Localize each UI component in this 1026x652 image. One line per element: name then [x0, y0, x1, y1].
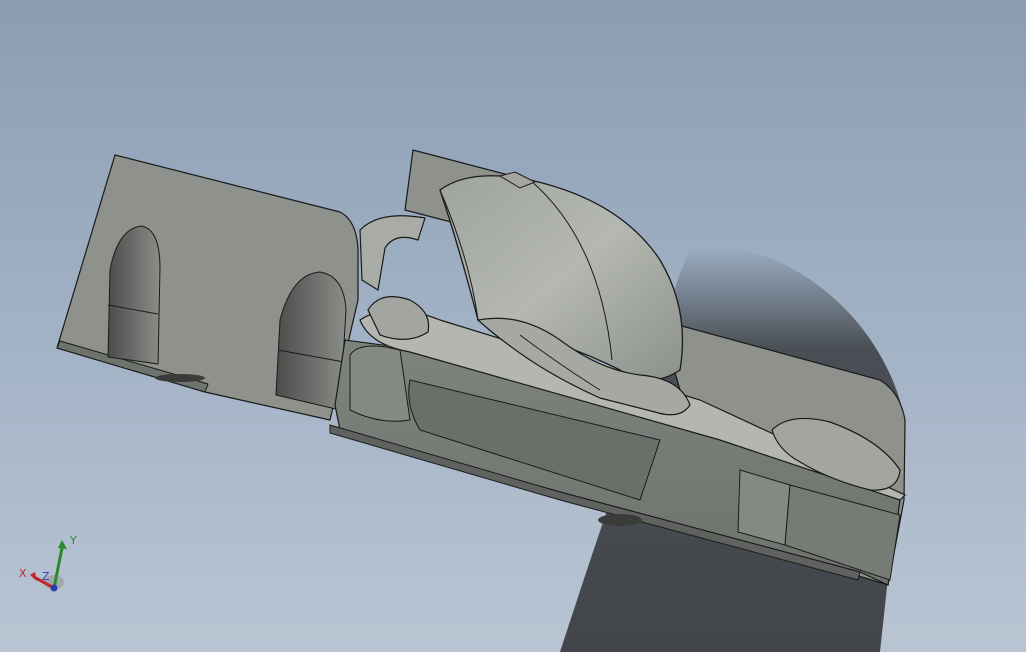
rear-wheel [349, 345, 411, 422]
y-axis-label: Y [69, 534, 77, 547]
race-car-model[interactable] [0, 0, 1026, 652]
axis-triad: X Y Z [19, 534, 77, 592]
intake-hoop [359, 215, 426, 291]
wheel-hub [598, 514, 642, 526]
x-axis-arrow [30, 572, 37, 581]
z-axis-label: Z [42, 570, 50, 583]
z-axis-dot [50, 584, 58, 592]
y-axis-arrow [58, 540, 67, 549]
x-axis-label: X [19, 567, 27, 580]
cad-viewport[interactable]: X Y Z [0, 0, 1026, 652]
wheel-hub [155, 374, 205, 382]
rear-wing-endplate[interactable] [56, 154, 359, 421]
